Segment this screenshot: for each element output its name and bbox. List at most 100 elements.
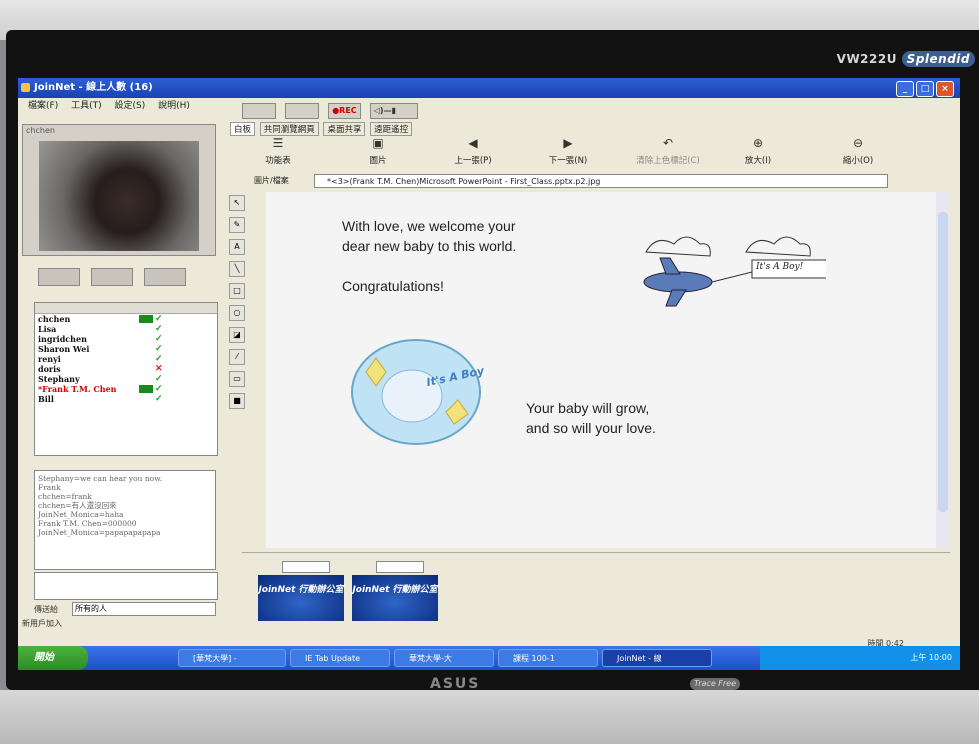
slide-thumbnail[interactable]: JoinNet 行動辦公室 [352,559,438,621]
undo-icon: ↶ [662,136,674,150]
banner-text: It's A Boy! [756,262,804,272]
window-title: JoinNet - 線上人數 (16) [34,82,153,93]
tab-cobrowse[interactable]: 共同瀏覽網頁 [259,122,319,136]
eraser-tool[interactable]: ▭ [229,371,245,387]
thumbnail-dropdown[interactable] [282,561,330,573]
screen: JoinNet - 線上人數 (16) _ □ × 檔案(F) 工具(T) 設定… [18,78,960,670]
cross-icon: ✕ [155,364,163,374]
speaker-button[interactable] [38,268,80,286]
menu-tool-button[interactable]: ☰ 功能表 [248,136,308,166]
tab-desktop-share[interactable]: 桌面共享 [323,122,366,136]
color-tool[interactable]: ■ [229,393,245,409]
pointer-tool[interactable]: ↖ [229,195,245,211]
image-tool-button[interactable]: ▣ 圖片 [348,136,408,166]
pen-tool[interactable]: ✎ [229,217,245,233]
path-select[interactable]: *<3>(Frank T.M. Chen)Microsoft PowerPoin… [314,174,888,188]
check-icon: ✓ [155,344,163,354]
user-row[interactable]: Stephany ✓ [35,374,217,384]
scroll-thumb[interactable] [938,212,948,512]
slide-text-2: dear new baby to this world. [342,238,517,254]
next-icon: ▶ [563,136,573,150]
check-icon: ✓ [155,384,163,394]
menu-help[interactable]: 說明(H) [158,101,190,111]
audio-level-icon [139,315,153,323]
volume-slider[interactable]: ◁)—▮ [369,102,418,119]
path-bar: 圖片/檔案 *<3>(Frank T.M. Chen)Microsoft Pow… [254,174,914,188]
thumbnail-dropdown[interactable] [376,561,424,573]
fill-tool[interactable]: ◪ [229,327,245,343]
thumbnail-image: JoinNet 行動辦公室 [258,575,344,621]
record-button[interactable]: ●REC [328,102,361,119]
user-row[interactable]: Lisa ✓ [35,324,217,334]
ellipse-tool[interactable]: ○ [229,305,245,321]
monitor-model: VW222U Splendid [837,51,975,67]
menu-icon: ☰ [272,136,284,150]
check-icon: ✓ [155,394,163,404]
user-row[interactable]: renyi ✓ [35,354,217,364]
video-controls [38,268,192,290]
menu-settings[interactable]: 設定(S) [114,101,145,111]
chat-input[interactable] [34,572,218,600]
monitor-stand-area [0,690,979,744]
chat-line: JoinNet_Monica=papapapapapa [38,528,161,537]
taskbar-item-active[interactable]: JoinNet - 線 [602,649,712,667]
balloon-illustration [351,339,481,445]
system-tray: 上午 10:00 [760,646,960,670]
clear-marks-button[interactable]: ↶ 清除上色標記(C) [628,136,708,166]
start-button[interactable]: 開始 [18,646,88,670]
listener-mode-button[interactable] [285,102,320,119]
check-icon: ✓ [155,324,163,334]
zoom-in-button[interactable]: ⊕ 放大(I) [728,136,788,166]
speaker-mode-button[interactable] [242,102,276,119]
taskbar-item[interactable]: 華梵大學-大 [394,649,494,667]
slide-thumbnail[interactable]: JoinNet 行動辦公室 [258,559,344,621]
close-button[interactable]: × [936,81,954,97]
whiteboard-slide[interactable]: With love, we welcome your dear new baby… [266,192,936,548]
chat-line: chchen=frank [38,492,92,501]
trace-free-badge: Trace Free [690,678,740,690]
taskbar-item[interactable]: 課程 100-1 [498,649,598,667]
chat-line: JoinNet_Monica=haha [38,510,124,519]
slide-scrollbar[interactable] [936,192,950,548]
user-list-header [35,303,217,314]
tab-whiteboard[interactable]: 白板 [230,122,256,136]
chat-line: chchen=有人還沒回來 [38,501,117,510]
next-page-button[interactable]: ▶ 下一張(N) [538,136,598,166]
slide-text-5: and so will your love. [526,420,656,436]
taskbar-item[interactable]: [華梵大學] - [178,649,286,667]
user-list: chchen ✓ Lisa ✓ ingridchen ✓ Sharon Wei ✓ re… [34,302,218,456]
user-row[interactable]: Sharon Wei ✓ [35,344,217,354]
feature-tabs: 白板 共同瀏覽網頁 桌面共享 遠距遙控 [230,122,414,136]
taskbar-item[interactable]: IE Tab Update [290,649,390,667]
user-row[interactable]: ingridchen ✓ [35,334,217,344]
user-row[interactable]: Bill ✓ [35,394,217,404]
user-row[interactable]: *Frank T.M. Chen ✓ [35,384,217,394]
maximize-button[interactable]: □ [916,81,934,97]
monitor-logo: ASUS [430,676,481,692]
text-tool[interactable]: A [229,239,245,255]
brush-tool[interactable]: ⁄ [229,349,245,365]
taskbar: 開始 [華梵大學] - IE Tab Update 華梵大學-大 課程 100-… [18,646,960,670]
share-video-button[interactable] [91,268,134,286]
line-tool[interactable]: ╲ [229,261,245,277]
user-row[interactable]: doris ✕ [35,364,217,374]
whiteboard-toolbar: ☰ 功能表 ▣ 圖片 ◀ 上一張(P) ▶ 下一張(N) ↶ 清除上色標記(C) ⊕ 放大(… [248,136,948,170]
camera-button[interactable] [144,268,187,286]
slide-text-3: Congratulations! [342,278,444,294]
prev-page-button[interactable]: ◀ 上一張(P) [443,136,503,166]
user-row[interactable]: chchen ✓ [35,314,217,324]
main-toolbar: ●REC ◁)—▮ [242,100,422,119]
prev-icon: ◀ [468,136,478,150]
tab-remote-control[interactable]: 遠距遙控 [370,122,413,136]
zoom-out-button[interactable]: ⊖ 縮小(O) [828,136,888,166]
menu-file[interactable]: 檔案(F) [28,101,58,111]
send-to-select[interactable]: 所有的人 [72,602,216,616]
chat-line: Frank T.M. Chen=000000 [38,519,137,528]
rect-tool[interactable]: □ [229,283,245,299]
zoom-in-icon: ⊕ [752,136,764,150]
thumbnail-image: JoinNet 行動辦公室 [352,575,438,621]
app-icon [21,83,30,92]
audio-level-icon [139,385,153,393]
minimize-button[interactable]: _ [896,81,914,97]
menu-tools[interactable]: 工具(T) [71,101,102,111]
